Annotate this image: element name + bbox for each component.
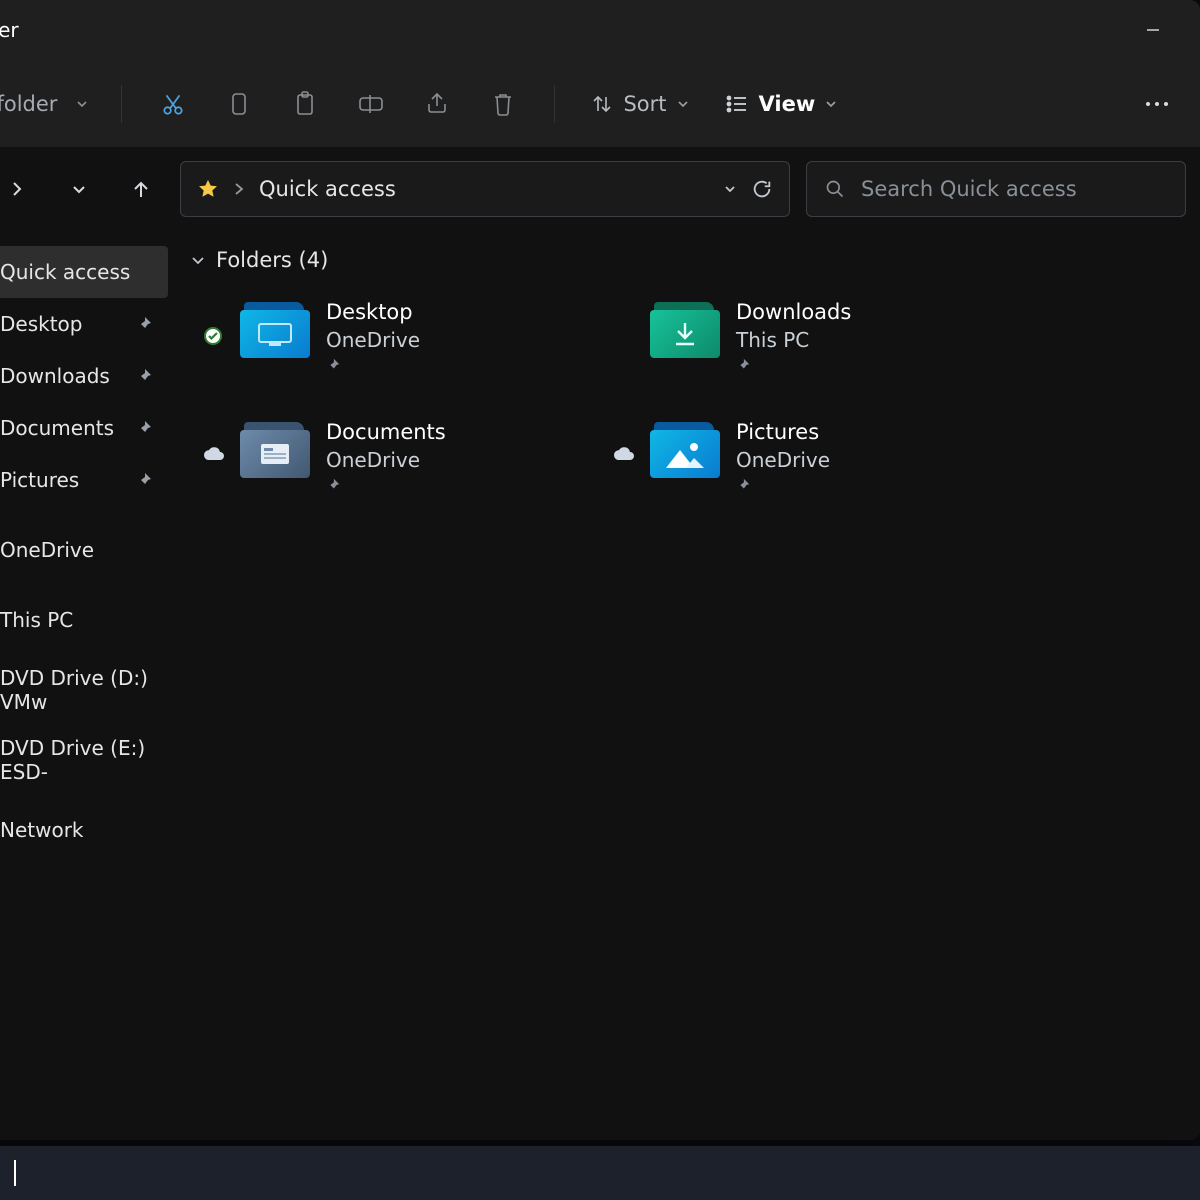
quick-access-star-icon xyxy=(197,178,219,200)
item-name: Desktop xyxy=(326,300,420,324)
content-pane[interactable]: Folders (4) xyxy=(168,230,1200,1140)
address-dropdown-button[interactable] xyxy=(723,182,737,196)
pin-icon xyxy=(326,356,420,372)
chevron-down-icon xyxy=(190,252,206,268)
sync-cloud-icon xyxy=(200,418,226,462)
folder-icon xyxy=(650,422,722,480)
chevron-down-icon xyxy=(75,97,89,111)
item-location: OneDrive xyxy=(326,328,420,352)
folder-item-documents[interactable]: Documents OneDrive xyxy=(200,418,580,504)
sidebar-item-desktop[interactable]: Desktop xyxy=(0,298,168,350)
desktop-background: xplorer New folder xyxy=(0,0,1200,1200)
sidebar-item-dvd-e[interactable]: DVD Drive (E:) ESD- xyxy=(0,734,168,786)
pin-icon xyxy=(136,368,152,384)
sync-cloud-icon xyxy=(610,418,636,462)
view-button[interactable]: View xyxy=(711,80,852,128)
folder-icon xyxy=(240,422,312,480)
search-input[interactable] xyxy=(861,177,1167,201)
file-explorer-window: xplorer New folder xyxy=(0,0,1200,1140)
up-button[interactable] xyxy=(118,166,164,212)
copy-button[interactable] xyxy=(210,80,268,128)
chevron-right-icon xyxy=(233,182,245,196)
recent-locations-button[interactable] xyxy=(56,166,102,212)
chevron-down-icon xyxy=(825,98,837,110)
sync-ok-icon xyxy=(200,298,226,346)
sidebar-item-pictures[interactable]: Pictures xyxy=(0,454,168,506)
folder-item-pictures[interactable]: Pictures OneDrive xyxy=(610,418,990,504)
item-name: Pictures xyxy=(736,420,830,444)
pin-icon xyxy=(326,476,446,492)
search-icon xyxy=(825,179,845,199)
folder-icon xyxy=(240,302,312,360)
forward-button[interactable] xyxy=(0,166,40,212)
taskbar[interactable] xyxy=(0,1146,1200,1200)
pin-icon xyxy=(736,476,830,492)
address-bar[interactable]: Quick access xyxy=(180,161,790,217)
window-title: xplorer xyxy=(0,18,19,42)
folder-icon xyxy=(650,302,722,360)
search-box[interactable] xyxy=(806,161,1186,217)
refresh-button[interactable] xyxy=(751,178,773,200)
navigation-bar: Quick access xyxy=(0,148,1200,230)
cut-button[interactable] xyxy=(144,80,202,128)
item-name: Downloads xyxy=(736,300,851,324)
delete-button[interactable] xyxy=(474,80,532,128)
sort-button[interactable]: Sort xyxy=(577,80,702,128)
rename-button[interactable] xyxy=(342,80,400,128)
sidebar-item-onedrive[interactable]: OneDrive xyxy=(0,524,168,576)
chevron-down-icon xyxy=(677,98,689,110)
navigation-sidebar: Quick access Desktop Downloads Documents… xyxy=(0,230,168,1140)
sidebar-item-quick-access[interactable]: Quick access xyxy=(0,246,168,298)
sidebar-item-this-pc[interactable]: This PC xyxy=(0,594,168,646)
pin-icon xyxy=(136,316,152,332)
sidebar-item-downloads[interactable]: Downloads xyxy=(0,350,168,402)
text-cursor-icon xyxy=(14,1160,16,1186)
item-location: OneDrive xyxy=(736,448,830,472)
pin-icon xyxy=(136,420,152,436)
group-header-folders[interactable]: Folders (4) xyxy=(190,248,1178,272)
breadcrumb-location[interactable]: Quick access xyxy=(259,177,396,201)
folder-item-desktop[interactable]: Desktop OneDrive xyxy=(200,298,580,384)
pin-icon xyxy=(136,472,152,488)
more-button[interactable] xyxy=(1128,80,1186,128)
sidebar-item-documents[interactable]: Documents xyxy=(0,402,168,454)
new-folder-button[interactable]: New folder xyxy=(0,92,99,116)
paste-button[interactable] xyxy=(276,80,334,128)
title-bar[interactable]: xplorer xyxy=(0,0,1200,60)
separator xyxy=(121,85,122,123)
item-name: Documents xyxy=(326,420,446,444)
command-bar: New folder xyxy=(0,60,1200,148)
separator xyxy=(554,85,555,123)
pin-icon xyxy=(736,356,851,372)
folder-item-downloads[interactable]: Downloads This PC xyxy=(610,298,990,384)
item-location: OneDrive xyxy=(326,448,446,472)
share-button[interactable] xyxy=(408,80,466,128)
sort-icon xyxy=(591,93,613,115)
item-location: This PC xyxy=(736,328,851,352)
view-icon xyxy=(725,94,749,114)
minimize-button[interactable] xyxy=(1124,10,1182,50)
sidebar-item-network[interactable]: Network xyxy=(0,804,168,856)
sidebar-item-dvd-d[interactable]: DVD Drive (D:) VMw xyxy=(0,664,168,716)
